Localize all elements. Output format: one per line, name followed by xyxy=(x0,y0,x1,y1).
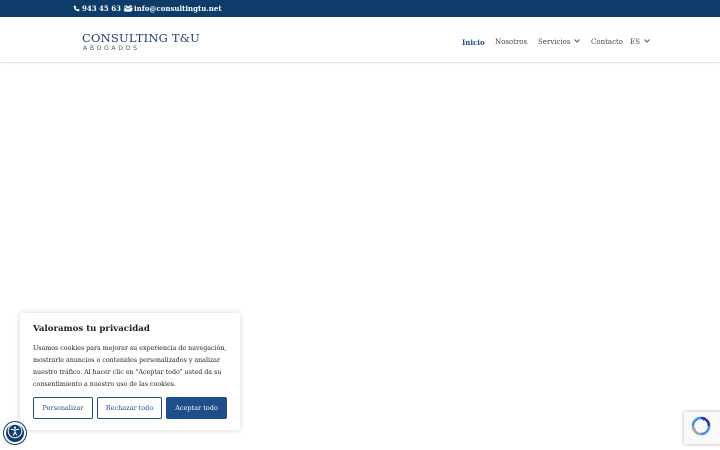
nav-item-nosotros[interactable]: Nosotros xyxy=(495,36,527,48)
site-header: CONSULTING T&U ABOGADOS Inicio Nosotros … xyxy=(0,17,720,63)
email-link[interactable]: info@consultingtu.net xyxy=(124,3,222,14)
cookie-consent-dialog: Valoramos tu privacidad Usamos cookies p… xyxy=(20,313,240,430)
nav-item-servicios[interactable]: Servicios xyxy=(538,36,581,48)
cookie-description: Usamos cookies para mejorar su experienc… xyxy=(33,345,227,388)
phone-icon xyxy=(73,5,80,12)
reject-all-button[interactable]: Rechazar todo xyxy=(97,397,162,419)
language-label: ES xyxy=(630,38,640,46)
email-address: info@consultingtu.net xyxy=(134,4,222,13)
site-logo[interactable]: CONSULTING T&U ABOGADOS xyxy=(82,31,200,53)
nav-item-label: Inicio xyxy=(462,37,485,47)
logo-name: CONSULTING T&U xyxy=(82,31,201,45)
nav-item-label: Servicios xyxy=(538,38,571,46)
logo-subtitle: ABOGADOS xyxy=(83,45,140,52)
mail-icon xyxy=(124,5,132,12)
nav-item-contacto[interactable]: Contacto xyxy=(591,36,623,48)
accessibility-button[interactable] xyxy=(4,422,26,444)
nav-item-label: Nosotros xyxy=(495,38,528,46)
recaptcha-badge[interactable] xyxy=(684,412,720,444)
chevron-down-icon xyxy=(574,37,581,45)
language-switcher[interactable]: ES xyxy=(630,36,650,48)
customize-button[interactable]: Personalizar xyxy=(33,397,93,419)
top-bar: 943 45 63 35 info@consultingtu.net xyxy=(0,0,720,17)
nav-item-inicio[interactable]: Inicio xyxy=(462,36,485,48)
cookie-title: Valoramos tu privacidad xyxy=(33,324,150,334)
accessibility-icon xyxy=(7,423,23,443)
nav-item-label: Contacto xyxy=(591,38,624,46)
chevron-down-icon xyxy=(644,37,650,45)
accept-all-button[interactable]: Aceptar todo xyxy=(166,397,227,419)
recaptcha-icon xyxy=(690,415,712,441)
